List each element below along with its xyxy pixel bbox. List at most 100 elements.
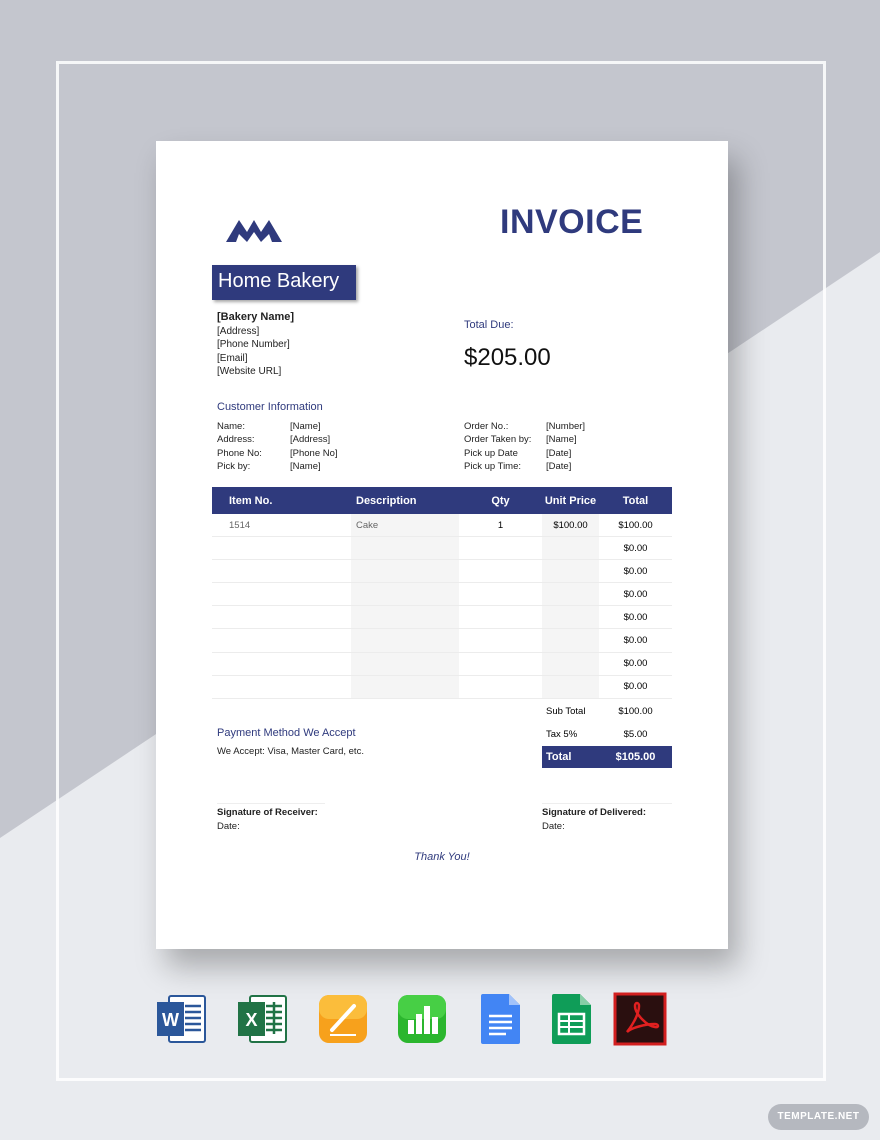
- tax-value: $5.00: [623, 729, 648, 740]
- bakery-phone: [Phone Number]: [217, 339, 290, 350]
- field-value: [Name]: [546, 434, 577, 446]
- qty-cell: 1: [497, 519, 504, 531]
- table-header: Item No. Description Qty Unit Price Tota…: [212, 487, 672, 514]
- table-row: $0.00: [212, 560, 672, 584]
- grand-total-value: $105.00: [615, 751, 656, 763]
- invoice-title: INVOICE: [500, 203, 644, 241]
- table-row: $0.00: [212, 652, 672, 676]
- order-field-row: Pick up Date [Date]: [464, 447, 585, 460]
- delivered-signature-label: Signature of Delivered:: [542, 807, 646, 818]
- field-label: Pick by:: [217, 461, 251, 473]
- customer-fields: Name: [Name] Address: [Address] Phone No: […: [217, 420, 338, 474]
- field-value: [Address]: [290, 434, 331, 446]
- google-sheets-icon[interactable]: [545, 992, 599, 1046]
- header-item-no: Item No.: [229, 494, 273, 507]
- total-cell: $0.00: [623, 635, 648, 647]
- delivered-date-label: Date:: [542, 821, 565, 832]
- customer-field-row: Phone No: [Phone No]: [217, 447, 338, 460]
- bakery-brand-label: Home Bakery: [212, 265, 356, 300]
- field-value: [Date]: [546, 447, 572, 459]
- total-cell: $0.00: [623, 588, 648, 600]
- receiver-date-label: Date:: [217, 821, 240, 832]
- header-unit-price: Unit Price: [544, 494, 597, 507]
- total-cell: $0.00: [623, 565, 648, 577]
- order-fields: Order No.: [Number] Order Taken by: [Name]…: [464, 420, 585, 474]
- field-value: [Name]: [290, 461, 321, 473]
- total-cell: $0.00: [623, 542, 648, 554]
- grand-total-label: Total: [546, 751, 572, 763]
- pages-icon[interactable]: [316, 992, 370, 1046]
- bakery-address-block: [Bakery Name] [Address] [Phone Number] […: [217, 311, 294, 379]
- order-field-row: Order Taken by: [Name]: [464, 433, 585, 446]
- payment-heading: Payment Method We Accept: [217, 727, 356, 739]
- payment-text: We Accept: Visa, Master Card, etc.: [217, 746, 364, 757]
- table-row: $0.00: [212, 675, 672, 699]
- header-qty: Qty: [491, 494, 510, 507]
- item-no-cell: 1514: [229, 519, 251, 531]
- receiver-signature-label: Signature of Receiver:: [217, 807, 318, 818]
- unit-price-cell: $100.00: [542, 514, 599, 537]
- bakery-website: [Website URL]: [217, 366, 282, 377]
- thank-you-note: Thank You!: [414, 851, 470, 863]
- total-due-label: Total Due:: [464, 319, 514, 331]
- tax-label: Tax 5%: [546, 729, 578, 740]
- bakery-name: [Bakery Name]: [217, 311, 295, 323]
- order-field-row: Order No.: [Number]: [464, 420, 585, 433]
- field-value: [Number]: [546, 421, 586, 432]
- description-cell: [351, 652, 459, 675]
- customer-field-row: Address: [Address]: [217, 433, 338, 446]
- total-due-amount: $205.00: [464, 344, 551, 371]
- customer-field-row: Name: [Name]: [217, 420, 338, 433]
- delivered-signature: Signature of Delivered: Date:: [542, 803, 672, 834]
- unit-price-cell: [542, 652, 599, 675]
- unit-price-cell: [542, 629, 599, 652]
- customer-info-heading: Customer Information: [217, 401, 323, 413]
- field-label: Name:: [217, 421, 245, 432]
- description-cell: [351, 583, 459, 606]
- pdf-icon[interactable]: [613, 992, 667, 1046]
- subtotal-label: Sub Total: [546, 706, 586, 717]
- description-cell: [351, 629, 459, 652]
- field-label: Order No.:: [464, 421, 509, 432]
- unit-price-cell: [542, 606, 599, 629]
- total-cell: $0.00: [623, 658, 648, 670]
- format-icons-row: W X: [0, 992, 880, 1047]
- svg-text:X: X: [245, 1010, 257, 1030]
- description-cell: [351, 606, 459, 629]
- svg-text:W: W: [162, 1010, 179, 1030]
- field-label: Address:: [217, 434, 255, 446]
- bakery-logo-icon: [226, 220, 282, 242]
- bakery-email: [Email]: [217, 352, 248, 364]
- field-label: Pick up Date: [464, 447, 518, 459]
- field-label: Pick up Time:: [464, 461, 522, 473]
- total-cell: $100.00: [618, 519, 653, 531]
- table-row: $0.00: [212, 606, 672, 630]
- description-cell: [351, 537, 459, 560]
- unit-price-cell: [542, 675, 599, 698]
- order-field-row: Pick up Time: [Date]: [464, 460, 585, 473]
- grand-total-row: Total $105.00: [542, 746, 672, 768]
- word-icon[interactable]: W: [155, 992, 209, 1046]
- excel-icon[interactable]: X: [236, 992, 290, 1046]
- field-value: [Date]: [546, 461, 572, 473]
- numbers-icon[interactable]: [395, 992, 449, 1046]
- header-description: Description: [356, 494, 417, 507]
- receiver-signature: Signature of Receiver: Date:: [217, 803, 325, 834]
- tax-row: Tax 5% $5.00: [542, 723, 672, 746]
- field-value: [Name]: [290, 421, 321, 432]
- table-row: $0.00: [212, 537, 672, 561]
- invoice-page: INVOICE Home Bakery [Bakery Name] [Addre…: [156, 141, 728, 949]
- customer-field-row: Pick by: [Name]: [217, 460, 338, 473]
- subtotal-value: $100.00: [618, 706, 653, 717]
- table-row: $0.00: [212, 629, 672, 653]
- google-docs-icon[interactable]: [474, 992, 528, 1046]
- table-row: $0.00: [212, 583, 672, 607]
- table-body: 1514 Cake 1 $100.00 $100.00 $0.00 $0.00 $0.00 $0…: [212, 514, 672, 699]
- description-cell: [351, 560, 459, 583]
- description-cell: [351, 675, 459, 698]
- field-value: [Phone No]: [290, 447, 338, 459]
- total-cell: $0.00: [623, 681, 648, 693]
- field-label: Order Taken by:: [464, 434, 532, 446]
- field-label: Phone No:: [217, 447, 262, 459]
- unit-price-cell: [542, 537, 599, 560]
